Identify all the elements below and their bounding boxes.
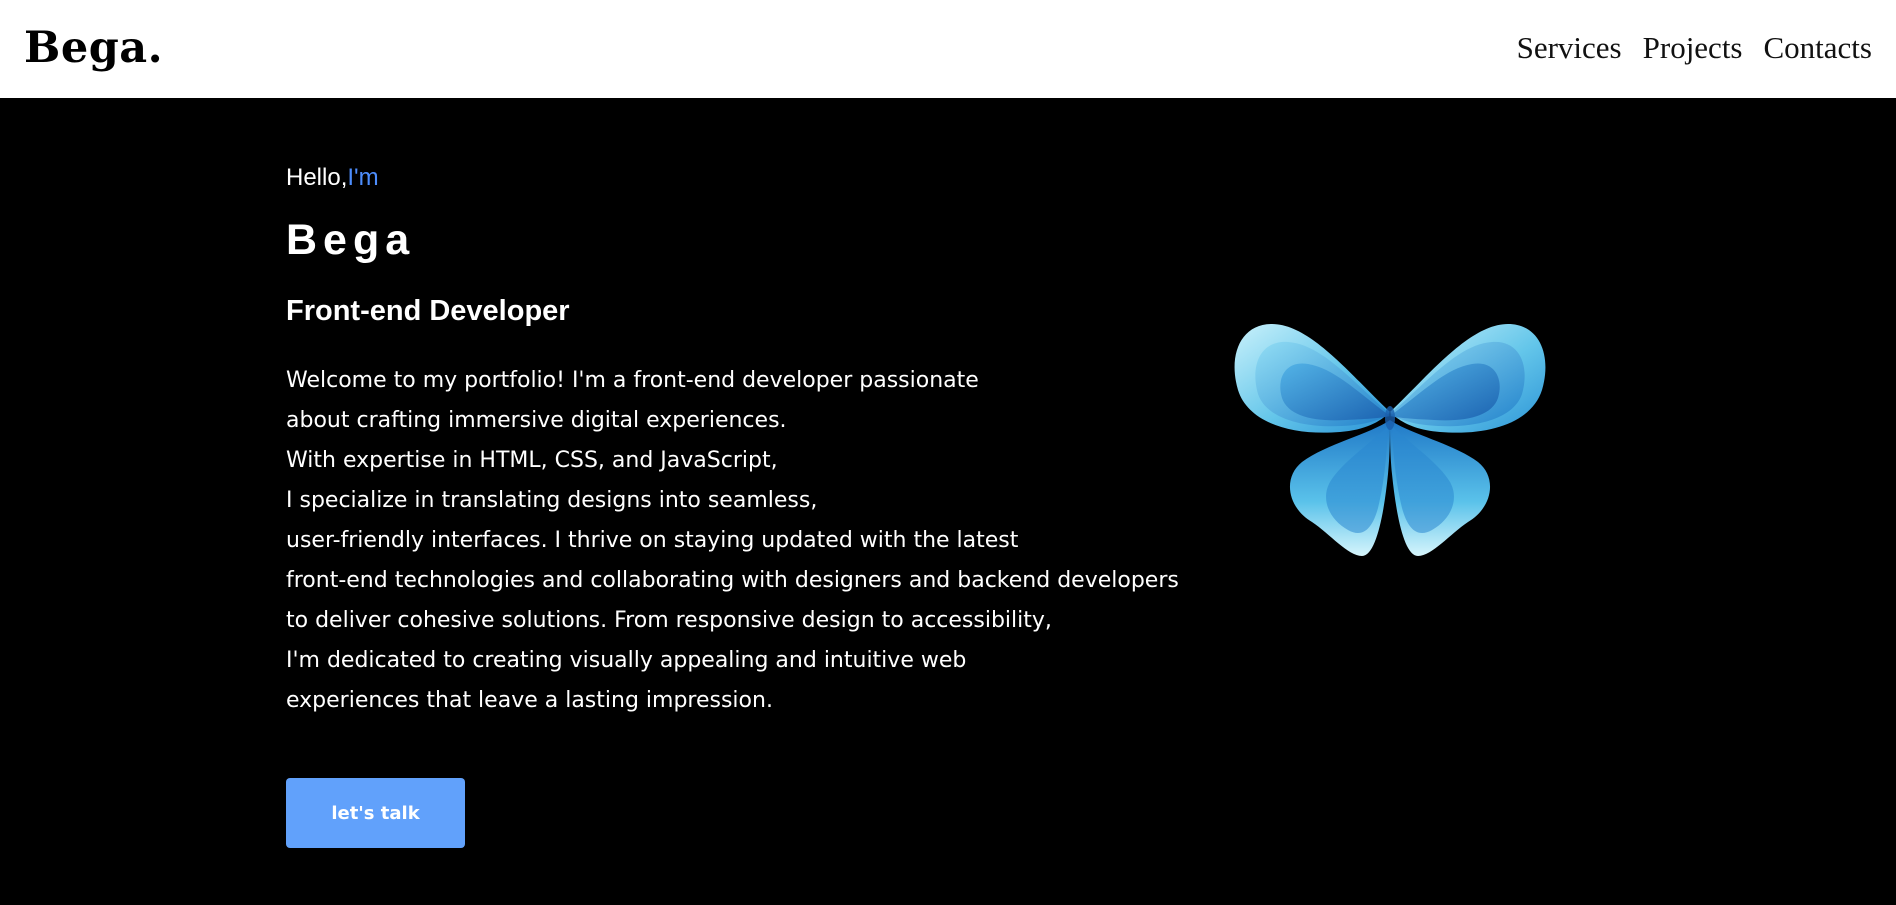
bio-line: to deliver cohesive solutions. From resp… [286,608,1052,633]
greeting-text: Hello, [286,164,348,191]
greeting: Hello,I'm [286,164,379,192]
nav-link-contacts[interactable]: Contacts [1764,28,1873,68]
bio-line: With expertise in HTML, CSS, and JavaScr… [286,448,778,473]
bio-line: about crafting immersive digital experie… [286,408,787,433]
bio-line: I specialize in translating designs into… [286,488,818,513]
lets-talk-button[interactable]: let's talk [286,778,465,848]
nav-link-services[interactable]: Services [1517,28,1622,68]
main-nav: Services Projects Contacts [1517,28,1872,68]
butterfly-logo-icon [1234,324,1546,556]
nav-link-projects[interactable]: Projects [1643,28,1743,68]
greeting-accent: I'm [347,164,379,191]
hero-name: Bega [286,216,416,264]
bio-line: Welcome to my portfolio! I'm a front-end… [286,368,979,393]
brand-logo[interactable]: Bega. [24,18,163,78]
hero-role: Front-end Developer [286,295,570,327]
bio-line: experiences that leave a lasting impress… [286,688,773,713]
bio-line: I'm dedicated to creating visually appea… [286,648,967,673]
hero-section: Hello,I'm Bega Front-end Developer Welco… [0,98,1896,905]
bio-line: user-friendly interfaces. I thrive on st… [286,528,1019,553]
bio-line: front-end technologies and collaborating… [286,568,1179,593]
hero-bio: Welcome to my portfolio! I'm a front-end… [286,361,1226,721]
site-header: Bega. Services Projects Contacts [0,0,1896,98]
